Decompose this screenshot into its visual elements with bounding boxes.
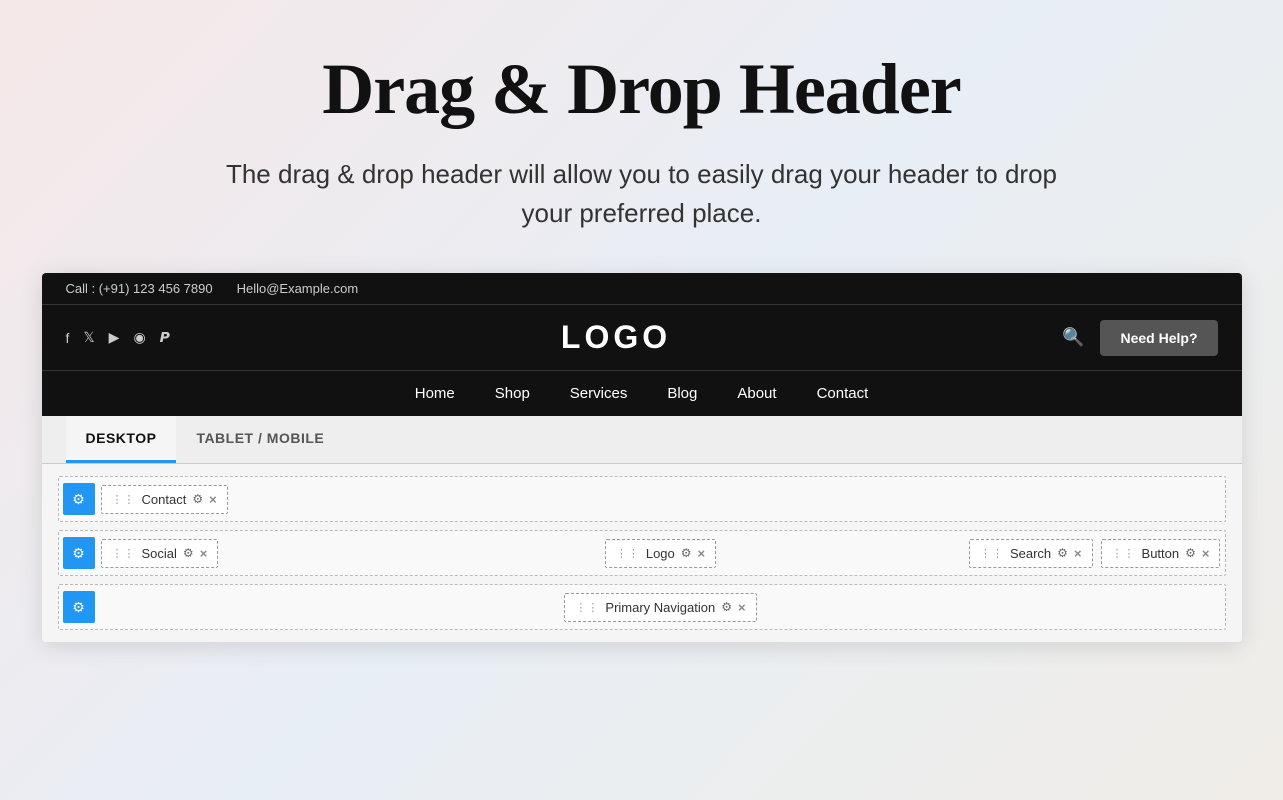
nav-home[interactable]: Home — [415, 385, 455, 402]
row-middle-right: ⋮⋮ Search ⚙ × ⋮⋮ Button ⚙ × — [847, 539, 1220, 568]
nav-about[interactable]: About — [737, 385, 776, 402]
widget-nav-gear-icon[interactable]: ⚙ — [721, 600, 732, 614]
widget-search[interactable]: ⋮⋮ Search ⚙ × — [969, 539, 1093, 568]
tabs-section: DESKTOP TABLET / MOBILE — [42, 416, 1242, 464]
row-middle-content: ⋮⋮ Social ⚙ × ⋮⋮ Logo ⚙ × — [101, 539, 1221, 568]
middle-bar: f 𝕏 ▶ ◉ 𝙋 LOGO 🔍 Need Help? — [42, 305, 1242, 370]
nav-blog[interactable]: Blog — [667, 385, 697, 402]
tab-desktop[interactable]: DESKTOP — [66, 416, 177, 463]
hero-section: Drag & Drop Header The drag & drop heade… — [192, 0, 1092, 265]
row-contact-settings-button[interactable]: ⚙ — [63, 483, 95, 515]
tab-tablet-mobile[interactable]: TABLET / MOBILE — [176, 416, 344, 463]
widget-social-close-icon[interactable]: × — [200, 546, 208, 561]
row-nav-settings-button[interactable]: ⚙ — [63, 591, 95, 623]
widget-button-gear-icon[interactable]: ⚙ — [1185, 546, 1196, 560]
widget-search-label: Search — [1010, 546, 1051, 561]
twitter-icon[interactable]: 𝕏 — [83, 329, 94, 346]
youtube-icon[interactable]: ▶ — [109, 329, 120, 346]
instagram-icon[interactable]: ◉ — [133, 329, 145, 346]
page-title: Drag & Drop Header — [212, 48, 1072, 131]
widget-social-gear-icon[interactable]: ⚙ — [183, 546, 194, 560]
builder-row-middle: ⚙ ⋮⋮ Social ⚙ × ⋮⋮ Logo ⚙ × — [58, 530, 1226, 576]
row-middle-settings-button[interactable]: ⚙ — [63, 537, 95, 569]
widget-logo-gear-icon[interactable]: ⚙ — [681, 546, 692, 560]
widget-search-close-icon[interactable]: × — [1074, 546, 1082, 561]
widget-button-label: Button — [1142, 546, 1180, 561]
widget-contact-label: Contact — [142, 492, 187, 507]
nav-contact[interactable]: Contact — [817, 385, 869, 402]
top-bar: Call : (+91) 123 456 7890 Hello@Example.… — [42, 273, 1242, 305]
header-right: 🔍 Need Help? — [1062, 320, 1217, 356]
drag-handle-contact: ⋮⋮ — [112, 493, 136, 506]
builder-row-nav: ⚙ ⋮⋮ Primary Navigation ⚙ × — [58, 584, 1226, 630]
pinterest-icon[interactable]: 𝙋 — [160, 329, 170, 346]
widget-contact-close-icon[interactable]: × — [209, 492, 217, 507]
page-subtitle: The drag & drop header will allow you to… — [212, 155, 1072, 233]
row-contact-content: ⋮⋮ Contact ⚙ × — [101, 485, 1221, 514]
header-search-button[interactable]: 🔍 — [1062, 327, 1084, 348]
widget-social[interactable]: ⋮⋮ Social ⚙ × — [101, 539, 219, 568]
widget-logo[interactable]: ⋮⋮ Logo ⚙ × — [605, 539, 716, 568]
row-nav-content: ⋮⋮ Primary Navigation ⚙ × — [101, 593, 1221, 622]
widget-button-close-icon[interactable]: × — [1202, 546, 1210, 561]
row-middle-left: ⋮⋮ Social ⚙ × — [101, 539, 474, 568]
header-preview: Call : (+91) 123 456 7890 Hello@Example.… — [42, 273, 1242, 416]
drag-handle-nav: ⋮⋮ — [575, 601, 599, 614]
nav-services[interactable]: Services — [570, 385, 628, 402]
widget-contact[interactable]: ⋮⋮ Contact ⚙ × — [101, 485, 228, 514]
builder-row-contact: ⚙ ⋮⋮ Contact ⚙ × — [58, 476, 1226, 522]
widget-logo-label: Logo — [646, 546, 675, 561]
widget-primary-navigation[interactable]: ⋮⋮ Primary Navigation ⚙ × — [564, 593, 756, 622]
builder-area: ⚙ ⋮⋮ Contact ⚙ × ⚙ ⋮⋮ Social ⚙ — [42, 464, 1242, 642]
widget-contact-gear-icon[interactable]: ⚙ — [192, 492, 203, 506]
nav-shop[interactable]: Shop — [495, 385, 530, 402]
facebook-icon[interactable]: f — [66, 330, 70, 346]
need-help-button[interactable]: Need Help? — [1100, 320, 1217, 356]
widget-button[interactable]: ⋮⋮ Button ⚙ × — [1101, 539, 1221, 568]
row-middle-center: ⋮⋮ Logo ⚙ × — [474, 539, 847, 568]
email-text: Hello@Example.com — [237, 281, 359, 296]
widget-social-label: Social — [142, 546, 177, 561]
social-icons-group: f 𝕏 ▶ ◉ 𝙋 — [66, 329, 170, 346]
drag-handle-search: ⋮⋮ — [980, 547, 1004, 560]
drag-handle-logo: ⋮⋮ — [616, 547, 640, 560]
widget-nav-close-icon[interactable]: × — [738, 600, 746, 615]
preview-container: Call : (+91) 123 456 7890 Hello@Example.… — [42, 273, 1242, 642]
widget-search-gear-icon[interactable]: ⚙ — [1057, 546, 1068, 560]
widget-logo-close-icon[interactable]: × — [698, 546, 706, 561]
logo: LOGO — [561, 319, 671, 356]
widget-nav-label: Primary Navigation — [605, 600, 715, 615]
drag-handle-button: ⋮⋮ — [1112, 547, 1136, 560]
drag-handle-social: ⋮⋮ — [112, 547, 136, 560]
phone-text: Call : (+91) 123 456 7890 — [66, 281, 213, 296]
nav-bar: Home Shop Services Blog About Contact — [42, 370, 1242, 416]
